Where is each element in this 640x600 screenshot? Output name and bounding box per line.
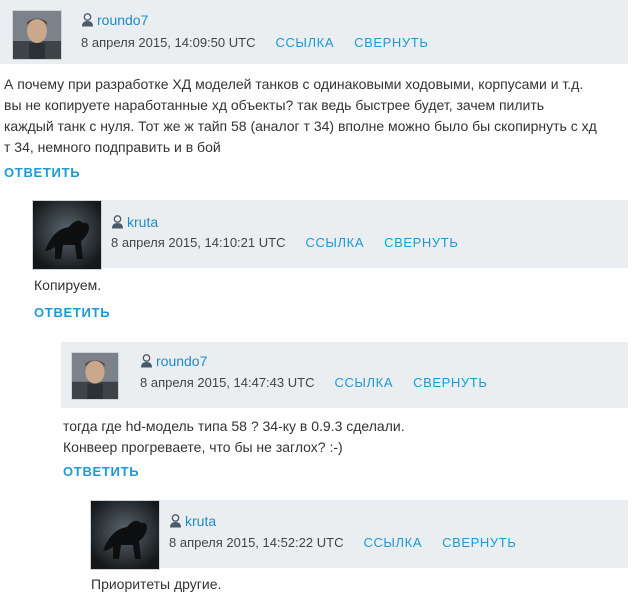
meta-row: 8 апреля 2015, 14:47:43 UTC ССЫЛКА СВЕРН… xyxy=(140,373,507,391)
comment-text: А почему при разработке ХД моделей танко… xyxy=(4,76,597,155)
comment-4: kruta 8 апреля 2015, 14:52:22 UTC ССЫЛКА… xyxy=(90,500,640,600)
comment-2: kruta 8 апреля 2015, 14:10:21 UTC ССЫЛКА… xyxy=(32,200,640,325)
author-username[interactable]: roundo7 xyxy=(156,353,207,369)
comment-1: roundo7 8 апреля 2015, 14:09:50 UTC ССЫЛ… xyxy=(0,0,640,185)
avatar[interactable] xyxy=(32,200,102,270)
author-row: roundo7 xyxy=(81,11,148,29)
author-row: kruta xyxy=(169,512,216,530)
comment-header: roundo7 8 апреля 2015, 14:09:50 UTC ССЫЛ… xyxy=(0,0,628,64)
collapse-link[interactable]: СВЕРНУТЬ xyxy=(384,235,458,250)
author-row: roundo7 xyxy=(140,352,207,370)
meta-row: 8 апреля 2015, 14:10:21 UTC ССЫЛКА СВЕРН… xyxy=(111,233,478,251)
collapse-link[interactable]: СВЕРНУТЬ xyxy=(354,35,428,50)
meta-row: 8 апреля 2015, 14:52:22 UTC ССЫЛКА СВЕРН… xyxy=(169,533,536,551)
collapse-link[interactable]: СВЕРНУТЬ xyxy=(413,375,487,390)
comment-text: Копируем. xyxy=(34,277,102,293)
avatar[interactable] xyxy=(71,352,119,400)
permalink-link[interactable]: ССЫЛКА xyxy=(334,375,393,390)
user-icon xyxy=(169,514,182,528)
author-username[interactable]: roundo7 xyxy=(97,12,148,28)
comment-header: kruta 8 апреля 2015, 14:52:22 UTC ССЫЛКА… xyxy=(90,500,628,570)
permalink-link[interactable]: ССЫЛКА xyxy=(363,535,422,550)
user-icon xyxy=(111,215,124,229)
permalink-link[interactable]: ССЫЛКА xyxy=(275,35,334,50)
permalink-link[interactable]: ССЫЛКА xyxy=(305,235,364,250)
comment-date: 8 апреля 2015, 14:10:21 UTC xyxy=(111,234,286,250)
comment-date: 8 апреля 2015, 14:09:50 UTC xyxy=(81,34,256,50)
comment-date: 8 апреля 2015, 14:52:22 UTC xyxy=(169,534,344,550)
user-icon xyxy=(140,354,153,368)
comment-3: roundo7 8 апреля 2015, 14:47:43 UTC ССЫЛ… xyxy=(61,342,640,482)
reply-link[interactable]: ОТВЕТИТЬ xyxy=(4,165,80,180)
reply-link[interactable]: ОТВЕТИТЬ xyxy=(63,464,139,479)
comment-text: тогда где hd-модель типа 58 ? 34-ку в 0.… xyxy=(63,418,405,455)
comment-date: 8 апреля 2015, 14:47:43 UTC xyxy=(140,374,315,390)
author-username[interactable]: kruta xyxy=(185,513,216,529)
avatar[interactable] xyxy=(90,500,160,570)
reply-link[interactable]: ОТВЕТИТЬ xyxy=(34,305,110,320)
collapse-link[interactable]: СВЕРНУТЬ xyxy=(442,535,516,550)
author-row: kruta xyxy=(111,213,158,231)
user-icon xyxy=(81,13,94,27)
author-username[interactable]: kruta xyxy=(127,214,158,230)
avatar[interactable] xyxy=(12,10,62,60)
comment-text: Приоритеты другие. xyxy=(91,576,222,592)
meta-row: 8 апреля 2015, 14:09:50 UTC ССЫЛКА СВЕРН… xyxy=(81,33,448,51)
comment-header: roundo7 8 апреля 2015, 14:47:43 UTC ССЫЛ… xyxy=(61,342,628,408)
comment-header: kruta 8 апреля 2015, 14:10:21 UTC ССЫЛКА… xyxy=(32,200,628,270)
